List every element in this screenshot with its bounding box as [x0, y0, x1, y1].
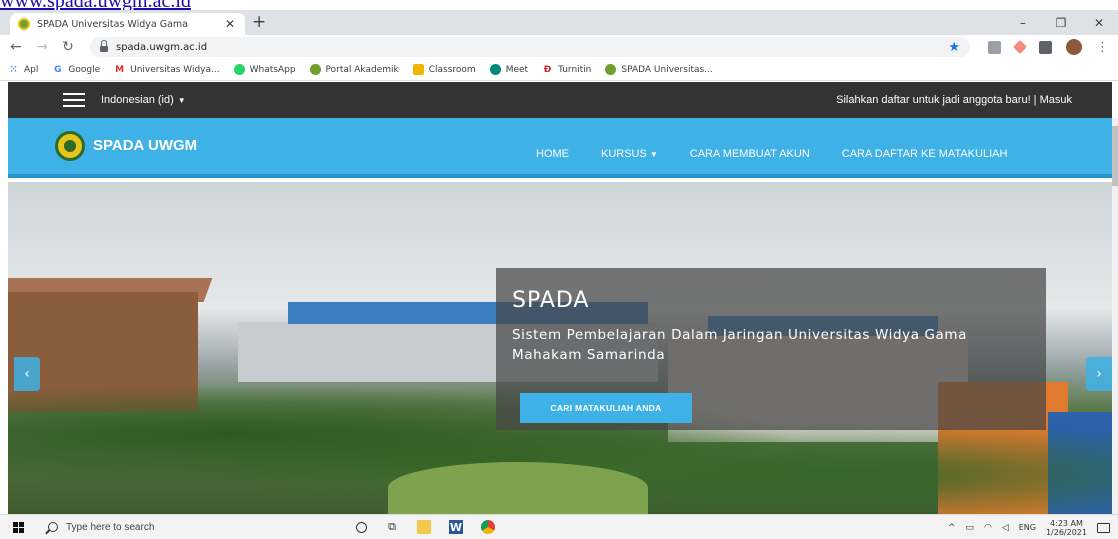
- browser-toolbar: ← → ↻ spada.uwgm.ac.id ★ ⋮: [0, 35, 1118, 59]
- tab-title: SPADA Universitas Widya Gama: [37, 18, 188, 30]
- hero-carousel: SPADA Sistem Pembelajaran Dalam Jaringan…: [8, 182, 1112, 514]
- carousel-next-icon[interactable]: ›: [1086, 357, 1112, 391]
- gmail-icon: M: [115, 64, 125, 75]
- document-link[interactable]: www.spada.uwgm.ac.id: [0, 0, 191, 11]
- hero-subtitle: Sistem Pembelajaran Dalam Jaringan Unive…: [512, 327, 968, 363]
- browser-tabstrip: SPADA Universitas Widya Gama ✕ + – ❐ ✕: [0, 10, 1118, 35]
- menu-kursus[interactable]: KURSUS ▼: [601, 148, 658, 160]
- chevron-down-icon: ▼: [649, 150, 658, 159]
- lock-icon[interactable]: [100, 39, 108, 52]
- search-icon: [48, 522, 58, 532]
- input-language[interactable]: ENG: [1019, 523, 1036, 532]
- campus-lawn: [388, 462, 648, 514]
- taskbar-apps: ⧉ W: [356, 520, 495, 534]
- bookmark-label: WhatsApp: [249, 64, 296, 75]
- bookmark-label: Classroom: [428, 64, 476, 75]
- wifi-icon[interactable]: ◠: [984, 523, 992, 533]
- bookmark-universitas-widya[interactable]: M Universitas Widya...: [114, 64, 219, 75]
- word-icon[interactable]: W: [449, 520, 463, 534]
- bookmark-google[interactable]: G Google: [52, 64, 100, 75]
- page-scrollbar[interactable]: [1112, 118, 1118, 514]
- caret-down-icon: ▼: [177, 96, 186, 105]
- bookmark-label: Turnitin: [558, 64, 592, 75]
- bookmark-label: Portal Akademik: [325, 64, 399, 75]
- bookmark-classroom[interactable]: Classroom: [412, 64, 476, 75]
- language-selector[interactable]: Indonesian (id) ▼: [101, 94, 186, 106]
- bookmark-label: SPADA Universitas...: [621, 64, 713, 75]
- site-topbar: Indonesian (id) ▼ Silahkan daftar untuk j…: [8, 82, 1112, 118]
- spada-favicon-icon: [18, 18, 30, 30]
- browser-tab[interactable]: SPADA Universitas Widya Gama ✕: [10, 13, 245, 35]
- carousel-prev-icon[interactable]: ‹: [14, 357, 40, 391]
- hamburger-menu-icon[interactable]: [63, 93, 85, 107]
- google-icon: G: [54, 64, 62, 75]
- volume-icon[interactable]: ◁: [1002, 523, 1009, 533]
- apps-grid-icon: ⁙: [9, 64, 18, 75]
- bookmark-label: Apl: [24, 64, 39, 75]
- hero-caption: SPADA Sistem Pembelajaran Dalam Jaringan…: [496, 268, 1046, 430]
- extension-diamond-icon[interactable]: [1012, 39, 1028, 55]
- tab-close-icon[interactable]: ✕: [223, 17, 237, 31]
- windows-taskbar: Type here to search ⧉ W ^ ▭ ◠ ◁ ENG 4:23…: [0, 514, 1118, 539]
- site-navbar: SPADA UWGM HOME KURSUS ▼ CARA MEMBUAT AKU…: [8, 118, 1112, 178]
- system-tray: ^ ▭ ◠ ◁ ENG 4:23 AM 1/26/2021: [948, 515, 1110, 539]
- profile-avatar-icon[interactable]: [1066, 39, 1082, 55]
- menu-home[interactable]: HOME: [536, 148, 569, 160]
- battery-icon[interactable]: ▭: [965, 523, 974, 533]
- bookmarks-bar: ⁙ Apl G Google M Universitas Widya... Wh…: [0, 59, 1118, 81]
- clock-time: 4:23 AM: [1050, 518, 1083, 528]
- address-bar[interactable]: spada.uwgm.ac.id ★: [90, 37, 970, 57]
- notification-icon[interactable]: [1097, 522, 1110, 533]
- extension-grid-icon[interactable]: [988, 40, 1001, 54]
- bookmark-meet[interactable]: Meet: [489, 64, 529, 75]
- menu-kursus-label: KURSUS: [601, 148, 647, 160]
- bookmark-label: Universitas Widya...: [130, 64, 220, 75]
- bookmark-star-icon[interactable]: ★: [948, 40, 960, 55]
- search-placeholder: Type here to search: [66, 521, 155, 533]
- forward-arrow-icon[interactable]: →: [32, 39, 52, 55]
- clock-date: 1/26/2021: [1045, 527, 1087, 537]
- language-label: Indonesian (id): [101, 94, 174, 106]
- extension-icons: ⋮: [988, 39, 1109, 55]
- file-explorer-icon[interactable]: [417, 520, 431, 534]
- bookmark-label: Meet: [505, 64, 529, 75]
- bookmark-label: Google: [68, 64, 101, 75]
- site-brand[interactable]: SPADA UWGM: [93, 137, 197, 154]
- uwgm-logo-icon[interactable]: [55, 131, 85, 161]
- task-view-icon[interactable]: ⧉: [385, 520, 399, 534]
- puzzle-icon[interactable]: [1039, 40, 1052, 54]
- whatsapp-icon: [233, 64, 245, 75]
- bookmark-whatsapp[interactable]: WhatsApp: [233, 64, 296, 75]
- windows-start-icon[interactable]: [0, 515, 36, 539]
- cortana-icon[interactable]: [356, 521, 367, 533]
- restore-icon[interactable]: ❐: [1042, 10, 1080, 35]
- taskbar-clock[interactable]: 4:23 AM 1/26/2021: [1046, 519, 1087, 537]
- bookmark-portal-akademik[interactable]: Portal Akademik: [309, 64, 399, 75]
- taskbar-search[interactable]: Type here to search: [36, 515, 296, 539]
- bookmark-turnitin[interactable]: Ð Turnitin: [542, 64, 592, 75]
- window-controls: – ❐ ✕: [1004, 10, 1118, 35]
- classroom-icon: [412, 64, 424, 75]
- hero-title: SPADA: [512, 288, 590, 313]
- kebab-menu-icon[interactable]: ⋮: [1096, 40, 1109, 55]
- spada-icon: [605, 64, 617, 75]
- main-menu: HOME KURSUS ▼ CARA MEMBUAT AKUN CARA DAFT…: [536, 148, 1007, 160]
- find-course-button[interactable]: CARI MATAKULIAH ANDA: [520, 393, 692, 423]
- url-text[interactable]: spada.uwgm.ac.id: [116, 42, 940, 53]
- minimize-icon[interactable]: –: [1004, 10, 1042, 35]
- reload-icon[interactable]: ↻: [58, 39, 78, 55]
- back-arrow-icon[interactable]: ←: [6, 39, 26, 55]
- bookmark-apps[interactable]: ⁙ Apl: [8, 64, 39, 75]
- new-tab-icon[interactable]: +: [252, 12, 266, 32]
- chevron-up-icon[interactable]: ^: [948, 523, 956, 533]
- signup-login-link[interactable]: Silahkan daftar untuk jadi anggota baru!…: [836, 94, 1072, 106]
- close-window-icon[interactable]: ✕: [1080, 10, 1118, 35]
- portal-icon: [309, 64, 321, 75]
- bookmark-spada[interactable]: SPADA Universitas...: [605, 64, 713, 75]
- menu-cara-membuat-akun[interactable]: CARA MEMBUAT AKUN: [690, 148, 810, 160]
- turnitin-icon: Ð: [543, 64, 552, 75]
- chrome-icon[interactable]: [481, 520, 495, 534]
- meet-icon: [489, 64, 501, 75]
- menu-cara-daftar[interactable]: CARA DAFTAR KE MATAKULIAH: [842, 148, 1008, 160]
